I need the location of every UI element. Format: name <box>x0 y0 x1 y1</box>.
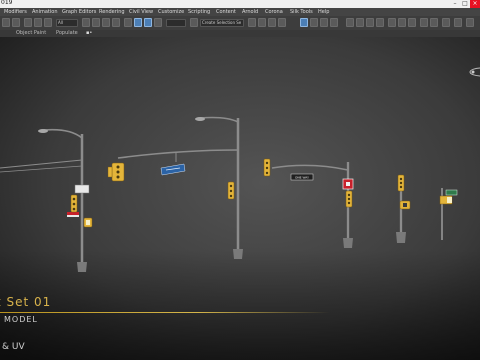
open-explorer-icon[interactable] <box>454 18 462 27</box>
ribbon-bar: Object Paint Populate ▪• <box>0 30 480 37</box>
preview-title: t Set 01 <box>0 295 52 309</box>
align-icon[interactable] <box>310 18 318 27</box>
menu-bar: Modifiers Animation Graph Editors Render… <box>0 8 480 16</box>
rotate-icon[interactable] <box>134 18 142 27</box>
tab-populate[interactable]: Populate <box>56 30 78 37</box>
menu-animation[interactable]: Animation <box>32 8 58 16</box>
menu-help[interactable]: Help <box>318 8 329 16</box>
link-icon[interactable] <box>24 18 32 27</box>
menu-civil-view[interactable]: Civil View <box>129 8 153 16</box>
floor-shading <box>0 250 480 360</box>
preview-uv-label: & UV <box>2 342 25 352</box>
reference-coordinate-dropdown[interactable] <box>166 19 186 27</box>
select-by-name-icon[interactable] <box>92 18 100 27</box>
close-icon[interactable]: × <box>470 0 480 8</box>
schematic-view-icon[interactable] <box>346 18 354 27</box>
rendered-frame-window-icon[interactable] <box>376 18 384 27</box>
curve-editor-icon[interactable] <box>330 18 338 27</box>
stop-restriction-sign <box>342 178 354 190</box>
arnold-render-icon[interactable] <box>442 18 450 27</box>
menu-content[interactable]: Content <box>216 8 236 16</box>
angle-snap-icon[interactable] <box>258 18 266 27</box>
selection-filter-dropdown[interactable]: All <box>56 19 78 27</box>
menu-silk-tools[interactable]: Silk Tools <box>290 8 313 16</box>
menu-customize[interactable]: Customize <box>158 8 184 16</box>
rectangular-selection-icon[interactable] <box>102 18 110 27</box>
menu-modifiers[interactable]: Modifiers <box>4 8 27 16</box>
percent-snap-icon[interactable] <box>268 18 276 27</box>
render-iterative-icon[interactable] <box>398 18 406 27</box>
unlink-icon[interactable] <box>34 18 42 27</box>
corona-render-icon[interactable] <box>420 18 428 27</box>
tab-object-paint[interactable]: Object Paint <box>16 30 46 37</box>
scale-icon[interactable] <box>144 18 152 27</box>
bind-space-warp-icon[interactable] <box>44 18 52 27</box>
named-selection-set-dropdown[interactable]: Create Selection Se <box>200 19 244 27</box>
place-icon[interactable] <box>154 18 162 27</box>
spinner-snap-icon[interactable] <box>278 18 286 27</box>
redo-icon[interactable] <box>12 18 20 27</box>
window-title: 019 <box>1 0 13 6</box>
maximize-icon[interactable]: □ <box>460 0 470 8</box>
menu-arnold[interactable]: Arnold <box>242 8 258 16</box>
move-icon[interactable] <box>124 18 132 27</box>
snaps-toggle-icon[interactable] <box>248 18 256 27</box>
menu-rendering[interactable]: Rendering <box>99 8 125 16</box>
window-title-bar: 019 – □ × <box>0 0 480 8</box>
render-activeshade-icon[interactable] <box>408 18 416 27</box>
window-crossing-icon[interactable] <box>112 18 120 27</box>
layer-explorer-icon[interactable] <box>320 18 328 27</box>
ribbon-options-icon[interactable]: ▪• <box>86 30 92 37</box>
menu-corona[interactable]: Corona <box>265 8 283 16</box>
one-way-sign-label: ONE WAY <box>295 176 309 180</box>
main-toolbar: All Create Selection Se <box>0 16 480 31</box>
workspace-icon[interactable] <box>466 18 474 27</box>
menu-graph-editors[interactable]: Graph Editors <box>62 8 96 16</box>
minimize-icon[interactable]: – <box>450 0 460 8</box>
undo-icon[interactable] <box>2 18 10 27</box>
corona-vfb-icon[interactable] <box>430 18 438 27</box>
material-editor-icon[interactable] <box>356 18 364 27</box>
render-production-icon[interactable] <box>388 18 396 27</box>
render-setup-icon[interactable] <box>366 18 374 27</box>
menu-scripting[interactable]: Scripting <box>188 8 210 16</box>
one-way-sign: ONE WAY <box>290 173 314 181</box>
select-object-icon[interactable] <box>82 18 90 27</box>
pivot-center-icon[interactable] <box>190 18 198 27</box>
preview-subtitle: MODEL <box>4 315 38 324</box>
mirror-icon[interactable] <box>300 18 308 27</box>
title-underline <box>0 312 330 313</box>
